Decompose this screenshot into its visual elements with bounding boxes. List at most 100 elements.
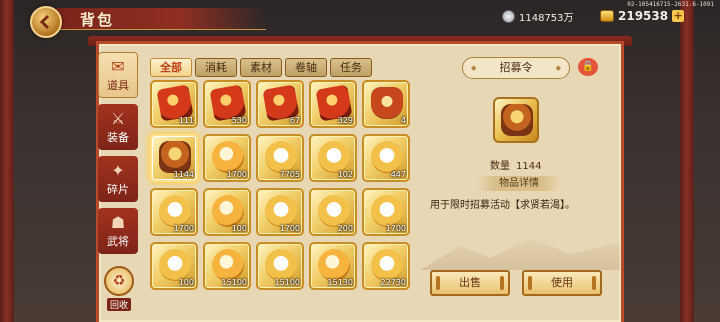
side-tab-label: 武将: [107, 235, 129, 248]
armor-icon: ⚔: [110, 109, 126, 128]
item-slot[interactable]: 1700: [203, 134, 251, 182]
item-icon: [212, 141, 244, 173]
item-slot[interactable]: 15130: [309, 242, 357, 290]
item-slot[interactable]: 447: [362, 134, 410, 182]
recycle-label: 回收: [106, 298, 131, 311]
item-count: 1144: [173, 170, 194, 179]
item-icon: [371, 87, 403, 119]
silver-coin-icon: [502, 9, 515, 23]
item-icon: [212, 249, 244, 281]
item-count: 530: [231, 116, 247, 125]
item-slot[interactable]: 22730: [362, 242, 410, 290]
item-slot[interactable]: 1700: [362, 188, 410, 236]
sell-button[interactable]: 出售: [430, 270, 510, 296]
title-bar: 背包: [56, 8, 266, 30]
item-slot[interactable]: 15100: [256, 242, 304, 290]
item-slot[interactable]: 102: [309, 134, 357, 182]
side-tab-2[interactable]: ✦ 碎片: [98, 156, 138, 202]
detail-item-name: 招募令: [462, 57, 570, 79]
item-slot[interactable]: 15100: [203, 242, 251, 290]
item-icon: [371, 141, 403, 173]
gold-currency: 219538 +: [600, 8, 685, 24]
item-slot[interactable]: 1144: [150, 134, 198, 182]
item-count: 329: [337, 116, 353, 125]
recruit-token-icon: [501, 104, 533, 136]
detail-item-icon: [493, 97, 539, 143]
puzzle-icon: ✦: [111, 161, 125, 180]
item-slot[interactable]: 100: [150, 242, 198, 290]
debug-coord-text: 02-105416715-2631.6-1091: [627, 1, 714, 8]
item-slot[interactable]: 111: [150, 80, 198, 128]
item-count: 1700: [385, 224, 406, 233]
item-slot[interactable]: 67: [256, 80, 304, 128]
item-count: 1700: [279, 224, 300, 233]
item-info-heading: 物品详情: [478, 176, 560, 191]
gold-ingot-icon: [600, 10, 614, 22]
item-count: 7705: [279, 170, 300, 179]
back-button[interactable]: [30, 6, 62, 38]
item-grid: 111 530 67 329 4 1144 1700 7705 102 447 1700 100 170…: [150, 80, 412, 322]
item-icon: [371, 195, 403, 227]
item-icon: [265, 249, 297, 281]
item-icon: [265, 141, 297, 173]
lock-icon[interactable]: 🔒: [578, 58, 598, 76]
recycle-button[interactable]: ♻ 回收: [100, 266, 138, 316]
item-slot[interactable]: 100: [203, 188, 251, 236]
top-bar: 背包 02-105416715-2631.6-1091 1148753万 219…: [0, 0, 720, 38]
item-icon: [318, 249, 350, 281]
item-icon: [212, 195, 244, 227]
item-icon: [159, 249, 191, 281]
item-description: 用于限时招募活动【求贤若渴】。: [430, 200, 575, 211]
filter-tab-2[interactable]: 素材: [240, 58, 282, 77]
quantity-label: 数量: [490, 161, 510, 172]
item-count: 102: [337, 170, 353, 179]
item-icon: [265, 195, 297, 227]
quantity-value: 1144: [516, 161, 542, 172]
item-slot[interactable]: 1700: [256, 188, 304, 236]
item-count: 200: [337, 224, 353, 233]
item-icon: [318, 195, 350, 227]
side-tab-label: 道具: [107, 79, 129, 92]
detail-quantity: 数量 1144: [490, 157, 541, 172]
filter-tab-4[interactable]: 任务: [330, 58, 372, 77]
item-count: 1700: [226, 170, 247, 179]
item-slot[interactable]: 4: [362, 80, 410, 128]
side-tab-label: 碎片: [107, 183, 129, 196]
filter-tab-1[interactable]: 消耗: [195, 58, 237, 77]
scroll-icon: ✉: [111, 57, 125, 76]
item-count: 100: [178, 278, 194, 287]
use-button[interactable]: 使用: [522, 270, 602, 296]
filter-tabs: 全部 消耗 素材 卷轴 任务: [150, 58, 372, 77]
back-arrow-icon: [39, 14, 50, 30]
item-count: 111: [178, 116, 194, 125]
page-title: 背包: [80, 11, 115, 29]
side-tab-3[interactable]: ☗ 武将: [98, 208, 138, 254]
add-gold-button[interactable]: +: [672, 10, 685, 22]
item-icon: [159, 141, 191, 173]
recycle-icon: ♻: [104, 266, 134, 296]
item-count: 15100: [221, 278, 247, 287]
silver-amount: 1148753万: [519, 12, 574, 24]
item-count: 22730: [380, 278, 406, 287]
filter-tab-3[interactable]: 卷轴: [285, 58, 327, 77]
item-count: 67: [289, 116, 300, 125]
item-count: 447: [390, 170, 406, 179]
item-count: 4: [400, 116, 406, 125]
item-count: 100: [231, 224, 247, 233]
item-slot[interactable]: 7705: [256, 134, 304, 182]
item-count: 1700: [173, 224, 194, 233]
silver-currency: 1148753万: [502, 8, 574, 24]
item-icon: [371, 249, 403, 281]
gold-amount: 219538: [618, 9, 669, 23]
item-count: 15130: [327, 278, 353, 287]
item-slot[interactable]: 530: [203, 80, 251, 128]
item-icon: [318, 141, 350, 173]
side-tabs: ✉ 道具 ⚔ 装备 ✦ 碎片 ☗ 武将: [98, 52, 138, 260]
filter-tab-0[interactable]: 全部: [150, 58, 192, 77]
side-tab-1[interactable]: ⚔ 装备: [98, 104, 138, 150]
item-slot[interactable]: 1700: [150, 188, 198, 236]
item-slot[interactable]: 200: [309, 188, 357, 236]
item-slot[interactable]: 329: [309, 80, 357, 128]
side-tab-label: 装备: [107, 131, 129, 144]
side-tab-0[interactable]: ✉ 道具: [98, 52, 138, 98]
